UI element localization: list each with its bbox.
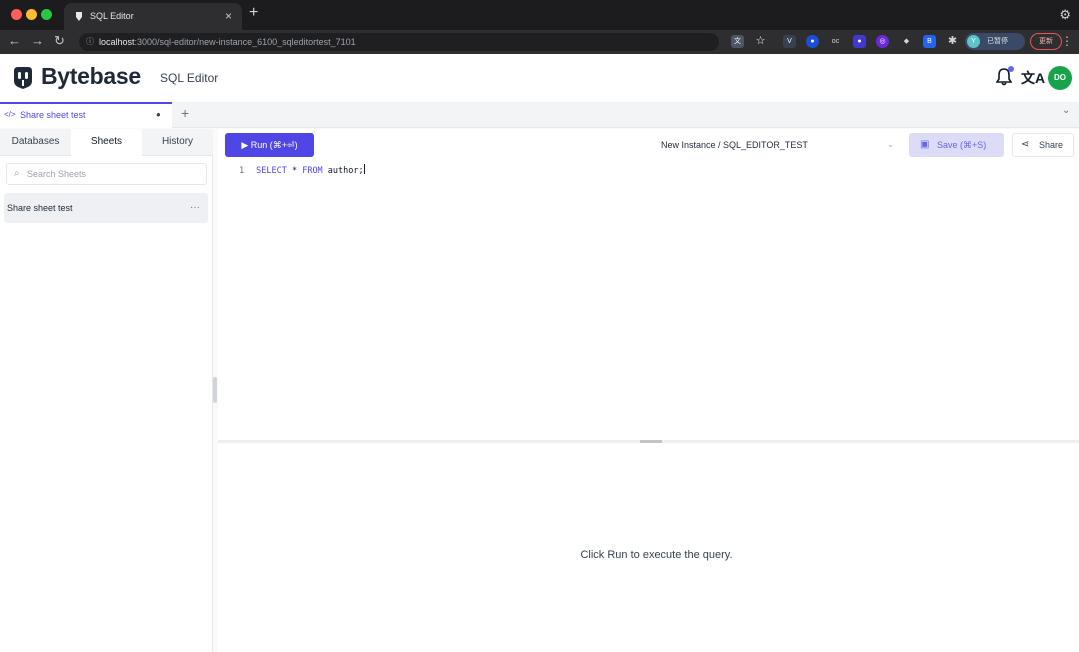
extension-purple-icon[interactable]: ◎ bbox=[876, 35, 889, 48]
browser-settings-icon[interactable]: ⚙ bbox=[1059, 7, 1071, 23]
keyword: SELECT bbox=[256, 166, 287, 176]
extension-globe-icon[interactable]: ● bbox=[806, 35, 819, 48]
app-header: Bytebase SQL Editor 文A DO bbox=[0, 54, 1079, 102]
extension-badge-icon[interactable]: ● bbox=[853, 35, 866, 48]
share-button[interactable]: ⋖ Share bbox=[1012, 133, 1074, 157]
info-icon: ⓘ bbox=[86, 37, 94, 46]
url-host: localhost bbox=[99, 37, 135, 47]
share-icon: ⋖ bbox=[1021, 139, 1030, 150]
browser-menu-icon[interactable]: ⋮ bbox=[1061, 34, 1073, 48]
window-zoom-button[interactable] bbox=[41, 9, 52, 20]
search-input[interactable] bbox=[27, 166, 197, 182]
empty-state-message: Click Run to execute the query. bbox=[580, 549, 733, 561]
close-tab-icon[interactable]: × bbox=[225, 3, 232, 30]
chevron-down-icon[interactable]: ⌄ bbox=[1062, 105, 1070, 116]
reload-icon[interactable]: ↻ bbox=[54, 33, 65, 49]
sidebar-tabs: Databases Sheets History bbox=[0, 129, 213, 156]
page-title: SQL Editor bbox=[160, 71, 219, 85]
search-box: ⌕ bbox=[6, 163, 207, 185]
translate-icon[interactable]: 文 bbox=[731, 35, 744, 48]
chevron-down-icon: ⌄ bbox=[887, 140, 894, 149]
browser-address-bar: ← → ↻ ⓘ localhost:3000/sql-editor/new-in… bbox=[0, 30, 1079, 54]
update-button[interactable]: 更新 bbox=[1030, 33, 1062, 50]
code-line[interactable]: 1 SELECT * FROM author; bbox=[239, 164, 365, 176]
sheet-tab[interactable]: </> Share sheet test ● bbox=[0, 102, 172, 128]
bytebase-favicon-icon bbox=[76, 12, 82, 21]
connection-value: New Instance / SQL_EDITOR_TEST bbox=[661, 140, 808, 150]
extension-v-icon[interactable]: V bbox=[783, 35, 796, 48]
save-button[interactable]: ▣ Save (⌘+S) bbox=[909, 133, 1004, 157]
sidebar-resize-handle[interactable] bbox=[213, 377, 217, 403]
sheet-tab-bar: </> Share sheet test ● + ⌄ bbox=[0, 102, 1079, 128]
notification-dot bbox=[1008, 66, 1014, 72]
extension-b-icon[interactable]: B bbox=[923, 35, 936, 48]
tab-databases[interactable]: Databases bbox=[0, 129, 71, 156]
search-icon: ⌕ bbox=[14, 168, 20, 179]
more-icon[interactable]: ··· bbox=[190, 193, 200, 223]
extension-gem-icon[interactable]: ◆ bbox=[900, 35, 913, 48]
code-text: author; bbox=[322, 166, 364, 176]
extension-oc-icon[interactable]: oc bbox=[829, 35, 842, 48]
sheet-name: Share sheet test bbox=[7, 203, 73, 213]
sidebar: Databases Sheets History ⌕ Share sheet t… bbox=[0, 129, 213, 652]
list-item[interactable]: Share sheet test ··· bbox=[4, 193, 208, 223]
bookmark-star-icon[interactable]: ☆ bbox=[754, 35, 767, 48]
browser-tab[interactable]: SQL Editor × bbox=[64, 3, 242, 30]
sheet-tab-label: Share sheet test bbox=[20, 110, 86, 120]
window-minimize-button[interactable] bbox=[26, 9, 37, 20]
brand-name[interactable]: Bytebase bbox=[41, 63, 141, 90]
code-text: * bbox=[286, 166, 303, 176]
results-panel: Click Run to execute the query. bbox=[218, 443, 1079, 652]
tab-sheets[interactable]: Sheets bbox=[71, 129, 142, 156]
save-label: Save (⌘+S) bbox=[937, 140, 987, 150]
browser-tab-bar: SQL Editor × + ⚙ bbox=[0, 0, 1079, 30]
forward-arrow-icon[interactable]: → bbox=[31, 33, 44, 48]
code-icon: </> bbox=[4, 110, 16, 119]
line-number: 1 bbox=[239, 166, 245, 176]
text-cursor bbox=[363, 164, 365, 174]
add-tab-icon[interactable]: + bbox=[181, 105, 189, 121]
share-label: Share bbox=[1039, 140, 1064, 150]
avatar[interactable]: DO bbox=[1048, 66, 1072, 90]
bytebase-logo-icon[interactable] bbox=[10, 65, 36, 91]
back-arrow-icon[interactable]: ← bbox=[8, 33, 21, 48]
dot-icon[interactable]: ● bbox=[156, 104, 161, 126]
profile-button[interactable]: Y 已暂停 bbox=[965, 33, 1025, 50]
connection-select[interactable]: New Instance / SQL_EDITOR_TEST ⌄ bbox=[652, 133, 902, 157]
extensions-puzzle-icon[interactable]: ✱ bbox=[946, 35, 959, 48]
keyword: FROM bbox=[302, 166, 323, 176]
profile-avatar: Y bbox=[967, 35, 980, 48]
tab-history[interactable]: History bbox=[142, 129, 213, 156]
url-input[interactable]: ⓘ localhost:3000/sql-editor/new-instance… bbox=[79, 33, 719, 51]
url-path: :3000/sql-editor/new-instance_6100_sqled… bbox=[134, 37, 356, 47]
sql-editor[interactable]: ▶ Run (⌘+⏎) New Instance / SQL_EDITOR_TE… bbox=[218, 129, 1079, 440]
save-icon: ▣ bbox=[920, 139, 930, 150]
new-tab-icon[interactable]: + bbox=[249, 4, 258, 22]
run-button[interactable]: ▶ Run (⌘+⏎) bbox=[225, 133, 314, 157]
language-icon[interactable]: 文A bbox=[1021, 68, 1045, 88]
browser-tab-title: SQL Editor bbox=[90, 11, 134, 21]
profile-status-label: 已暂停 bbox=[987, 38, 1008, 45]
window-close-button[interactable] bbox=[11, 9, 22, 20]
